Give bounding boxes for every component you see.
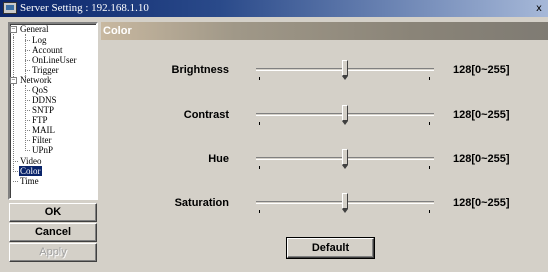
- panel-title: Color: [101, 22, 548, 40]
- tree-item-label: Color: [19, 166, 42, 176]
- tree-item-sntp[interactable]: SNTP: [31, 105, 55, 115]
- tree-item-video[interactable]: Video: [19, 156, 42, 166]
- saturation-label: Saturation: [174, 197, 229, 209]
- tree-item-account[interactable]: Account: [31, 45, 64, 55]
- network-collapse-icon[interactable]: −: [10, 77, 17, 84]
- slider-thumb[interactable]: [342, 60, 349, 80]
- color-panel: Color Brightness 128[0~255] Contrast 128…: [101, 22, 548, 272]
- tree-item-label: General: [20, 24, 49, 34]
- tree-item-label: FTP: [32, 115, 48, 125]
- tree-item-label: OnLineUser: [32, 55, 77, 65]
- tree-item-upnp[interactable]: UPnP: [31, 145, 54, 155]
- brightness-value: 128[0~255]: [453, 64, 510, 76]
- hue-slider[interactable]: [256, 148, 434, 170]
- tree-item-label: Filter: [32, 135, 52, 145]
- tree-item-filter[interactable]: Filter: [31, 135, 53, 145]
- tree-item-label: MAIL: [32, 125, 55, 135]
- tree-item-label: DDNS: [32, 95, 57, 105]
- slider-tick-max: [429, 77, 430, 80]
- slider-tick-min: [259, 210, 260, 213]
- slider-tick-min: [259, 166, 260, 169]
- tree-item-label: SNTP: [32, 105, 55, 115]
- slider-tick-min: [259, 77, 260, 80]
- apply-button[interactable]: Apply: [9, 243, 97, 262]
- app-icon: [3, 2, 17, 14]
- tree-item-time[interactable]: Time: [19, 176, 40, 186]
- tree-item-label: Network: [20, 75, 52, 85]
- tree-item-onlineuser[interactable]: OnLineUser: [31, 55, 78, 65]
- brightness-label: Brightness: [171, 64, 229, 76]
- cancel-button[interactable]: Cancel: [9, 223, 97, 242]
- tree-item-network[interactable]: Network: [19, 75, 53, 85]
- brightness-slider[interactable]: [256, 59, 434, 81]
- tree-item-trigger[interactable]: Trigger: [31, 65, 60, 75]
- tree-item-ftp[interactable]: FTP: [31, 115, 49, 125]
- default-button[interactable]: Default: [287, 238, 374, 258]
- tree-item-qos[interactable]: QoS: [31, 85, 49, 95]
- saturation-slider[interactable]: [256, 192, 434, 214]
- contrast-value: 128[0~255]: [453, 109, 510, 121]
- contrast-label: Contrast: [183, 109, 229, 121]
- slider-tick-min: [259, 122, 260, 125]
- tree-item-label: Log: [32, 35, 47, 45]
- contrast-slider[interactable]: [256, 104, 434, 126]
- slider-thumb[interactable]: [342, 105, 349, 125]
- ok-button[interactable]: OK: [9, 203, 97, 222]
- tree-item-general[interactable]: General: [19, 24, 49, 34]
- hue-value: 128[0~255]: [453, 153, 510, 165]
- tree-item-log[interactable]: Log: [31, 35, 48, 45]
- slider-thumb[interactable]: [342, 193, 349, 213]
- settings-tree[interactable]: − General Log Account OnLineUser Trigger…: [8, 22, 98, 200]
- slider-tick-max: [429, 122, 430, 125]
- tree-item-label: QoS: [32, 85, 49, 95]
- saturation-value: 128[0~255]: [453, 197, 510, 209]
- close-button[interactable]: x: [532, 2, 546, 15]
- window-title: Server Setting : 192.168.1.10: [20, 2, 149, 14]
- tree-item-ddns[interactable]: DDNS: [31, 95, 58, 105]
- tree-item-mail[interactable]: MAIL: [31, 125, 56, 135]
- slider-thumb[interactable]: [342, 149, 349, 169]
- hue-label: Hue: [208, 153, 229, 165]
- slider-tick-max: [429, 166, 430, 169]
- tree-item-color[interactable]: Color: [19, 166, 42, 176]
- general-collapse-icon[interactable]: −: [10, 26, 17, 33]
- tree-item-label: UPnP: [32, 145, 54, 155]
- tree-item-label: Account: [32, 45, 63, 55]
- title-bar: Server Setting : 192.168.1.10 x: [0, 0, 548, 17]
- slider-tick-max: [429, 210, 430, 213]
- tree-item-label: Trigger: [32, 65, 59, 75]
- tree-item-label: Time: [20, 176, 39, 186]
- tree-item-label: Video: [20, 156, 42, 166]
